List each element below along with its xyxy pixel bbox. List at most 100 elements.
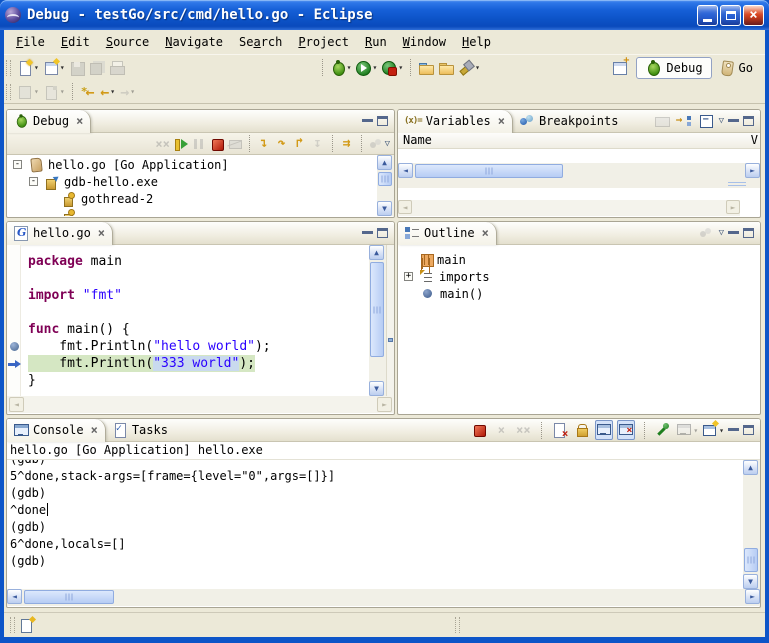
menu-item-search[interactable]: Search (231, 32, 290, 52)
step-return-button[interactable]: ↱ (291, 134, 309, 154)
dropdown-icon[interactable]: ▾ (60, 87, 65, 96)
scroll-right-button[interactable]: ► (377, 397, 392, 412)
forward-button[interactable]: →▾ (118, 81, 138, 103)
value-column-header[interactable]: V (751, 133, 758, 148)
debug-tree-vscrollbar[interactable]: ▲ ▼ (377, 155, 394, 216)
scrollbar-thumb[interactable] (744, 548, 758, 572)
debug-tree-item-gothread-2[interactable]: gothread-2 (7, 190, 394, 207)
drop-to-frame-button[interactable]: ↧ (309, 134, 327, 154)
minimize-view-icon[interactable] (728, 231, 739, 240)
console-line-5[interactable]: (gdb) (10, 519, 760, 536)
maximize-view-icon[interactable] (743, 228, 754, 238)
maximize-view-icon[interactable] (743, 425, 754, 435)
close-icon[interactable]: × (76, 114, 83, 128)
maximize-view-icon[interactable] (743, 116, 754, 126)
fast-view-icon[interactable] (19, 617, 35, 633)
resume-button[interactable] (172, 134, 190, 154)
editor-code[interactable]: package mainimport "fmt"func main() { fm… (22, 245, 368, 396)
view-menu-icon[interactable]: ▽ (719, 116, 724, 126)
name-column-header[interactable]: Name (398, 133, 432, 147)
save-button[interactable] (67, 57, 87, 79)
disconnect-button[interactable] (226, 134, 244, 154)
new-view-button[interactable]: ▾ (41, 57, 67, 79)
code-line-7[interactable]: fmt.Println("333 world"); (28, 355, 368, 372)
menu-item-run[interactable]: Run (357, 32, 395, 52)
open-resource-button[interactable] (416, 57, 436, 79)
scrollbar-thumb[interactable] (415, 164, 563, 178)
back-to-last-edit-button[interactable]: *← (78, 81, 98, 103)
scroll-right-button[interactable]: ► (745, 163, 760, 178)
pin-console-button[interactable] (654, 420, 672, 440)
dropdown-icon[interactable]: ▾ (347, 63, 352, 72)
status-drag-handle[interactable] (455, 617, 460, 633)
maximize-view-icon[interactable] (377, 116, 388, 126)
collapse-all-button[interactable] (697, 111, 715, 131)
clear-console-button[interactable] (551, 420, 569, 440)
console-line-3[interactable]: (gdb) (10, 485, 760, 502)
scroll-left-button[interactable]: ◄ (9, 397, 24, 412)
go-perspective-button[interactable]: Go (719, 60, 753, 76)
dropdown-icon[interactable]: ▾ (34, 87, 39, 96)
view-menu-icon[interactable]: ▽ (719, 228, 724, 238)
menu-item-source[interactable]: Source (98, 32, 157, 52)
menu-item-project[interactable]: Project (290, 32, 357, 52)
show-stderr-button[interactable] (617, 420, 635, 440)
dropdown-icon[interactable]: ▾ (719, 426, 724, 435)
console-terminate-button[interactable] (470, 420, 488, 440)
menu-item-navigate[interactable]: Navigate (157, 32, 231, 52)
dropdown-icon[interactable]: ▾ (475, 63, 480, 72)
code-line-2[interactable] (28, 270, 368, 287)
scrollbar-thumb[interactable] (378, 172, 392, 186)
run-button[interactable]: ▾ (353, 57, 379, 79)
console-line-4[interactable]: ^done (10, 502, 760, 519)
minimize-view-icon[interactable] (362, 231, 373, 240)
console-vscrollbar[interactable]: ▲ ▼ (743, 460, 760, 589)
print-button[interactable] (107, 57, 127, 79)
menu-item-file[interactable]: File (8, 32, 53, 52)
collapse-expander-icon[interactable]: - (13, 160, 22, 169)
tab-tasks[interactable]: Tasks (106, 419, 175, 442)
overview-ruler[interactable] (386, 245, 394, 396)
minimize-view-icon[interactable] (728, 119, 739, 128)
run-external-tools-button[interactable]: ▾ (379, 57, 405, 79)
code-line-4[interactable] (28, 304, 368, 321)
open-console-button[interactable]: ▾ (702, 420, 724, 440)
maximize-view-icon[interactable] (377, 228, 388, 238)
tab-hello-go[interactable]: hello.go × (7, 222, 113, 245)
variables-sash[interactable] (398, 180, 760, 188)
menu-item-window[interactable]: Window (395, 32, 454, 52)
save-all-button[interactable] (87, 57, 107, 79)
variables-empty-row[interactable] (398, 149, 760, 163)
close-icon[interactable]: × (498, 114, 505, 128)
scroll-left-button[interactable]: ◄ (7, 589, 22, 604)
minimize-view-icon[interactable] (728, 428, 739, 437)
variables-hscrollbar[interactable]: ◄ ► (398, 163, 760, 180)
new-wizard-button[interactable]: ▾ (15, 57, 41, 79)
outline-item-main[interactable]: main (398, 251, 760, 268)
code-line-3[interactable]: import "fmt" (28, 287, 368, 304)
minimize-view-icon[interactable] (362, 119, 373, 128)
close-icon[interactable]: × (98, 226, 105, 240)
toolbar-drag-handle[interactable] (6, 84, 11, 100)
use-step-filters-button[interactable]: ⇉ (338, 134, 356, 154)
scroll-left-button[interactable]: ◄ (398, 163, 413, 178)
console-line-2[interactable]: 5^done,stack-args=[frame={level="0",args… (10, 468, 760, 485)
editor-vscrollbar[interactable]: ▲ ▼ (369, 245, 386, 396)
scroll-lock-button[interactable] (573, 420, 591, 440)
back-button[interactable]: ←▾ (98, 81, 118, 103)
console-output[interactable]: (gdb)5^done,stack-args=[frame={level="0"… (7, 460, 760, 589)
console-line-7[interactable]: (gdb) (10, 553, 760, 570)
debug-view-menu-button[interactable] (367, 134, 385, 154)
outline-item-imports[interactable]: +imports (398, 268, 760, 285)
debug-tree-item-partial[interactable] (7, 207, 394, 216)
debug-tree-item-hello-go-go-application-[interactable]: -hello.go [Go Application] (7, 156, 394, 173)
tab-breakpoints[interactable]: Breakpoints (513, 110, 625, 133)
suspend-button[interactable] (190, 134, 208, 154)
instruction-pointer-icon[interactable] (8, 359, 21, 369)
dropdown-icon[interactable]: ▾ (130, 87, 135, 96)
scrollbar-thumb[interactable] (24, 590, 114, 604)
console-hscrollbar[interactable]: ◄ ► (7, 589, 760, 606)
dropdown-icon[interactable]: ▾ (34, 63, 39, 72)
debug-perspective-button[interactable]: Debug (636, 57, 711, 79)
remove-all-terminated-button[interactable]: ×× (154, 134, 172, 154)
